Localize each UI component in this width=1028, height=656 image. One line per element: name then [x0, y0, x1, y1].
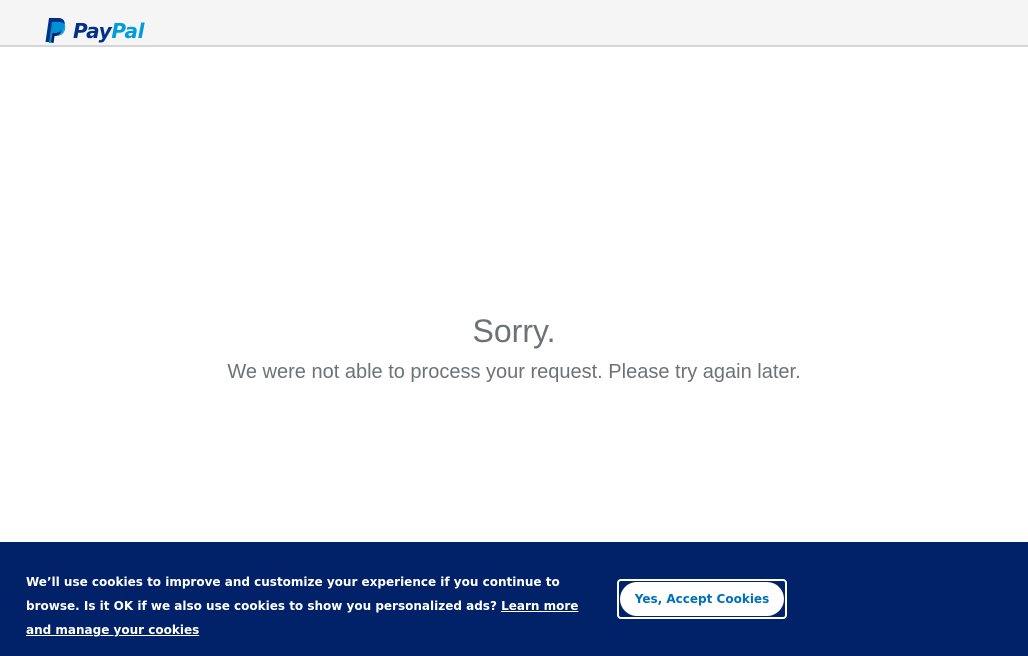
header-bar: PayPal	[0, 0, 1028, 47]
logo-pal: Pal	[111, 19, 145, 43]
cookie-banner-text: We’ll use cookies to improve and customi…	[26, 570, 586, 642]
page: PayPal Sorry. We were not able to proces…	[0, 0, 1028, 656]
logo-pay: Pay	[73, 19, 112, 43]
error-message: Sorry. We were not able to process your …	[0, 310, 1028, 386]
paypal-wordmark: PayPal	[73, 17, 145, 45]
paypal-icon	[45, 18, 66, 43]
error-description: We were not able to process your request…	[227, 361, 801, 383]
cookie-banner: We’ll use cookies to improve and customi…	[0, 542, 1028, 656]
accept-cookies-button[interactable]: Yes, Accept Cookies	[620, 582, 784, 616]
error-title: Sorry.	[472, 313, 556, 349]
paypal-logo[interactable]: PayPal	[43, 17, 145, 45]
cookie-message: We’ll use cookies to improve and customi…	[26, 575, 560, 613]
accept-cookies-focus-ring: Yes, Accept Cookies	[617, 579, 787, 619]
